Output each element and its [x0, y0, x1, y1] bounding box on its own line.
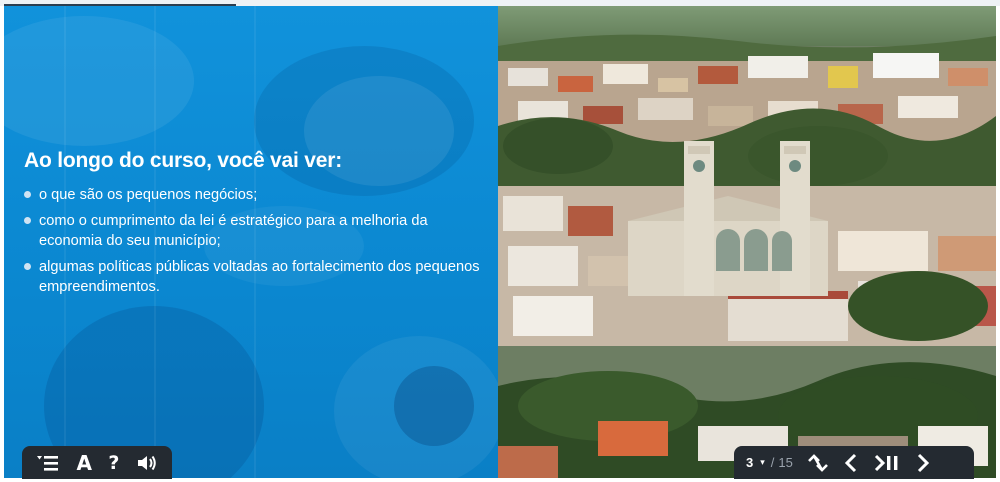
- volume-icon[interactable]: [136, 453, 158, 473]
- menu-icon[interactable]: [36, 453, 60, 473]
- player-left-controls: A ?: [22, 446, 172, 479]
- help-icon[interactable]: ?: [108, 452, 119, 474]
- city-photo: [498, 6, 996, 478]
- bullet-dot: [24, 217, 31, 224]
- bullet-item: o que são os pequenos negócios;: [24, 185, 484, 205]
- bullet-dot: [24, 263, 31, 270]
- bullet-dot: [24, 191, 31, 198]
- slide-content: Ao longo do curso, você vai ver: o que s…: [24, 149, 484, 303]
- bullet-item: algumas políticas públicas voltadas ao f…: [24, 257, 484, 297]
- slide-heading: Ao longo do curso, você vai ver:: [24, 149, 343, 172]
- previous-icon[interactable]: [843, 453, 859, 473]
- page-selector[interactable]: 3 ▾ / 15: [746, 455, 793, 470]
- slide-frame: Ao longo do curso, você vai ver: o que s…: [4, 6, 996, 478]
- play-pause-icon[interactable]: [873, 453, 901, 473]
- bullet-text: o que são os pequenos negócios;: [39, 187, 258, 203]
- page-separator: /: [770, 455, 775, 470]
- collapse-icon[interactable]: [807, 453, 829, 473]
- current-page: 3: [746, 455, 754, 470]
- bullet-text: como o cumprimento da lei é estratégico …: [39, 213, 428, 249]
- chevron-down-icon: ▾: [760, 457, 765, 467]
- bullet-list: o que são os pequenos negócios; como o c…: [24, 185, 484, 297]
- next-icon[interactable]: [915, 453, 931, 473]
- font-size-icon[interactable]: A: [77, 451, 92, 475]
- bullet-text: algumas políticas públicas voltadas ao f…: [39, 259, 480, 295]
- city-church-image: [498, 6, 996, 478]
- total-pages: 15: [778, 455, 793, 470]
- slide-text-panel: Ao longo do curso, você vai ver: o que s…: [4, 6, 498, 478]
- player-right-controls: 3 ▾ / 15: [734, 446, 974, 479]
- bullet-item: como o cumprimento da lei é estratégico …: [24, 211, 484, 251]
